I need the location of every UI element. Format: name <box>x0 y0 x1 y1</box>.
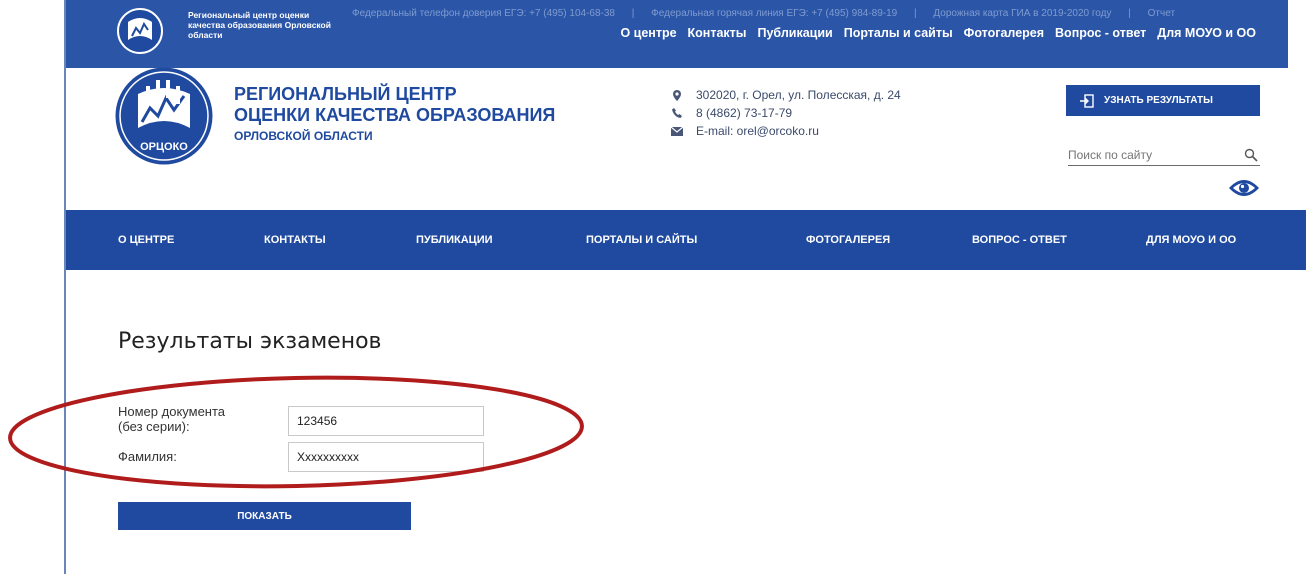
toplink-mouo[interactable]: Для МОУО и ОО <box>1157 26 1256 40</box>
org-line3: ОРЛОВСКОЙ ОБЛАСТИ <box>234 129 373 143</box>
email-text[interactable]: E-mail: orel@orcoko.ru <box>696 124 819 138</box>
site-search <box>1068 146 1260 166</box>
ticker-item[interactable]: Отчет <box>1148 8 1175 19</box>
toplink-gallery[interactable]: Фотогалерея <box>964 26 1044 40</box>
main-nav: О ЦЕНТРЕ КОНТАКТЫ ПУБЛИКАЦИИ ПОРТАЛЫ И С… <box>66 210 1306 270</box>
nav-about[interactable]: О ЦЕНТРЕ <box>118 234 174 246</box>
nav-portals[interactable]: ПОРТАЛЫ И САЙТЫ <box>586 234 697 246</box>
top-links: О центре Контакты Публикации Порталы и с… <box>620 26 1256 40</box>
nav-gallery[interactable]: ФОТОГАЛЕРЕЯ <box>806 234 890 246</box>
toplink-about[interactable]: О центре <box>620 26 676 40</box>
eye-icon[interactable] <box>1228 176 1260 200</box>
ticker-separator: | <box>914 8 917 19</box>
toplink-publications[interactable]: Публикации <box>757 26 832 40</box>
ticker-item[interactable]: Федеральная горячая линия ЕГЭ: +7 (495) … <box>651 8 897 19</box>
ticker-separator: | <box>1128 8 1131 19</box>
org-line2: ОЦЕНКИ КАЧЕСТВА ОБРАЗОВАНИЯ <box>234 105 556 125</box>
search-icon[interactable] <box>1244 148 1258 162</box>
sign-in-icon <box>1080 93 1094 108</box>
org-name: РЕГИОНАЛЬНЫЙ ЦЕНТР ОЦЕНКИ КАЧЕСТВА ОБРАЗ… <box>234 84 555 143</box>
nav-contacts[interactable]: КОНТАКТЫ <box>264 234 326 246</box>
contacts-block: 302020, г. Орел, ул. Полесская, д. 24 8 … <box>670 86 901 140</box>
mini-org-title: Региональный центр оценки качества образ… <box>188 10 331 40</box>
ticker-item[interactable]: Дорожная карта ГИА в 2019-2020 году <box>933 8 1111 19</box>
surname-input[interactable] <box>288 442 484 472</box>
ticker-item[interactable]: Федеральный телефон доверия ЕГЭ: +7 (495… <box>352 8 615 19</box>
nav-publications[interactable]: ПУБЛИКАЦИИ <box>416 234 493 246</box>
hotline-ticker[interactable]: Федеральный телефон доверия ЕГЭ: +7 (495… <box>352 8 1282 19</box>
nav-mouo[interactable]: ДЛЯ МОУО И ОО <box>1146 234 1236 246</box>
logo-text: ОРЦОКО <box>140 141 188 153</box>
check-results-label: УЗНАТЬ РЕЗУЛЬТАТЫ <box>1104 95 1213 106</box>
toplink-faq[interactable]: Вопрос - ответ <box>1055 26 1146 40</box>
ticker-separator: | <box>631 8 635 19</box>
map-pin-icon <box>670 89 684 101</box>
org-line1: РЕГИОНАЛЬНЫЙ ЦЕНТР <box>234 84 457 104</box>
page-title: Результаты экзаменов <box>118 329 382 354</box>
nav-faq[interactable]: ВОПРОС - ОТВЕТ <box>972 234 1067 246</box>
envelope-icon <box>670 126 684 136</box>
surname-label: Фамилия: <box>118 449 177 464</box>
site-logo[interactable]: ОРЦОКО <box>114 66 214 166</box>
check-results-button[interactable]: УЗНАТЬ РЕЗУЛЬТАТЫ <box>1066 85 1260 116</box>
phone-text[interactable]: 8 (4862) 73-17-79 <box>696 106 792 120</box>
address-row: 302020, г. Орел, ул. Полесская, д. 24 <box>670 86 901 104</box>
mini-logo-icon[interactable] <box>116 6 164 56</box>
document-number-input[interactable] <box>288 406 484 436</box>
phone-icon <box>670 108 684 118</box>
email-row: E-mail: orel@orcoko.ru <box>670 122 901 140</box>
search-input[interactable] <box>1068 148 1228 162</box>
top-strip: Региональный центр оценки качества образ… <box>66 0 1288 68</box>
document-number-label-line2: (без серии): <box>118 419 190 434</box>
document-number-label-line1: Номер документа <box>118 404 226 419</box>
phone-row: 8 (4862) 73-17-79 <box>670 104 901 122</box>
show-results-button[interactable]: ПОКАЗАТЬ <box>118 502 411 530</box>
toplink-contacts[interactable]: Контакты <box>688 26 747 40</box>
address-text: 302020, г. Орел, ул. Полесская, д. 24 <box>696 88 901 102</box>
toplink-portals[interactable]: Порталы и сайты <box>844 26 953 40</box>
document-number-label: Номер документа (без серии): <box>118 404 225 434</box>
